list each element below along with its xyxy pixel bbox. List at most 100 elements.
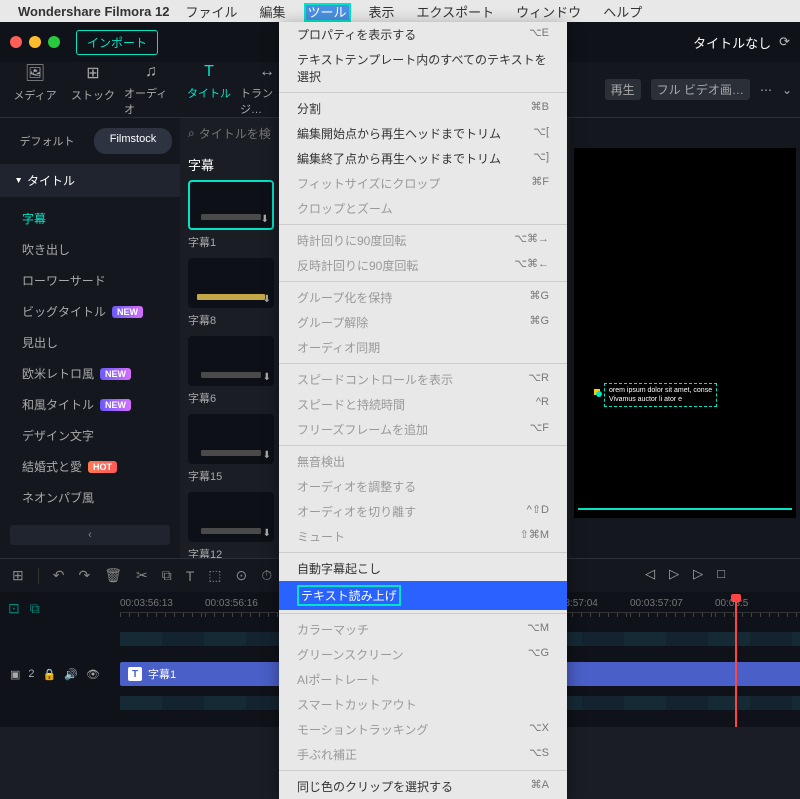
- menu-item[interactable]: プロパティを表示する⌥E: [279, 22, 567, 47]
- track-lock-icon[interactable]: 🔒: [43, 668, 57, 681]
- sidebar-item-7[interactable]: デザイン文字: [0, 420, 180, 451]
- shortcut: ⌥[: [533, 125, 549, 142]
- transport-controls: ◁ ▷ ▷ □: [570, 566, 800, 582]
- app-name[interactable]: Wondershare Filmora 12: [18, 4, 169, 19]
- menu-item[interactable]: 自動字幕起こし: [279, 556, 567, 581]
- shortcut: ^⇧D: [527, 503, 549, 520]
- menu-item: 手ぶれ補正⌥S: [279, 742, 567, 767]
- sidebar-item-9[interactable]: ネオンパブ風: [0, 482, 180, 513]
- menu-item[interactable]: 同じ色のクリップを選択する⌘A: [279, 774, 567, 799]
- import-button[interactable]: インポート: [76, 30, 158, 55]
- menu-item[interactable]: 編集開始点から再生ヘッドまでトリム⌥[: [279, 121, 567, 146]
- maximize-window[interactable]: [48, 36, 60, 48]
- thumbnail[interactable]: ⬇: [188, 336, 274, 386]
- thumbnail[interactable]: ⬇: [188, 258, 274, 308]
- menu-item: フリーズフレームを追加⌥F: [279, 417, 567, 442]
- tab-2[interactable]: ♫オーディオ: [124, 63, 178, 117]
- download-icon[interactable]: ⬇: [263, 294, 271, 305]
- playhead[interactable]: [735, 596, 737, 727]
- preview-view-mode[interactable]: フル ビデオ画…: [651, 79, 750, 100]
- speed-icon[interactable]: ⏱: [261, 567, 272, 584]
- sidebar-item-1[interactable]: 吹き出し: [0, 234, 180, 265]
- download-icon[interactable]: ⬇: [263, 372, 271, 383]
- sidebar-item-6[interactable]: 和風タイトルNEW: [0, 389, 180, 420]
- play-icon[interactable]: ▷: [669, 566, 679, 582]
- menubar-item-0[interactable]: ファイル: [181, 3, 241, 22]
- mac-menubar: Wondershare Filmora 12 ファイル編集ツール表示エクスポート…: [0, 0, 800, 22]
- shortcut: ⌥F: [530, 421, 549, 438]
- thumb-name: 字幕15: [188, 464, 274, 484]
- preview-menu-icon[interactable]: ⋯: [760, 83, 772, 97]
- menu-item[interactable]: 編集終了点から再生ヘッドまでトリム⌥]: [279, 146, 567, 171]
- download-icon[interactable]: ⬇: [263, 450, 271, 461]
- text-tool-icon[interactable]: T: [186, 568, 195, 584]
- tab-icon: ↔: [259, 63, 275, 81]
- thumbnail[interactable]: ⬇: [188, 414, 274, 464]
- menu-item[interactable]: 分割⌘B: [279, 96, 567, 121]
- stop-icon[interactable]: □: [717, 566, 725, 582]
- menu-item: オーディオを切り離す^⇧D: [279, 499, 567, 524]
- copy-icon[interactable]: ⧉: [162, 567, 172, 584]
- sidebar-expand[interactable]: ‹: [10, 525, 170, 545]
- redo-icon[interactable]: ↷: [78, 567, 90, 584]
- menu-item: AIポートレート: [279, 667, 567, 692]
- next-frame-icon[interactable]: ▷: [693, 566, 703, 582]
- sidebar-item-8[interactable]: 結婚式と愛HOT: [0, 451, 180, 482]
- text-overlay[interactable]: orem ipsum dolor sit amet, conse Vivamus…: [604, 383, 796, 407]
- sidebar-item-3[interactable]: ビッグタイトルNEW: [0, 296, 180, 327]
- sidetab-filmstock[interactable]: Filmstock: [94, 128, 172, 154]
- badge: HOT: [88, 461, 117, 473]
- undo-icon[interactable]: ↶: [53, 567, 65, 584]
- menu-item: ミュート⇧⌘M: [279, 524, 567, 549]
- track-header[interactable]: ▣ 2 🔒 🔊 👁: [0, 668, 120, 681]
- tool-select-icon[interactable]: ⊞: [12, 567, 24, 584]
- minimize-window[interactable]: [29, 36, 41, 48]
- timeline-lock-icon[interactable]: ⊡: [8, 600, 20, 617]
- menubar-item-6[interactable]: ヘルプ: [599, 3, 646, 22]
- shortcut: ⌘B: [531, 100, 549, 117]
- thumbnail[interactable]: ⬇: [188, 492, 274, 542]
- tab-0[interactable]: 🖼メディア: [8, 63, 62, 117]
- menubar-item-3[interactable]: 表示: [365, 3, 399, 22]
- tab-1[interactable]: ⊞ストック: [66, 63, 120, 117]
- delete-icon[interactable]: 🗑: [104, 567, 122, 584]
- track-number: 2: [28, 668, 34, 680]
- menu-item: カラーマッチ⌥M: [279, 617, 567, 642]
- timeline-link-icon[interactable]: ⧉: [30, 600, 40, 617]
- menu-item: グループ化を保持⌘G: [279, 285, 567, 310]
- prev-frame-icon[interactable]: ◁: [645, 566, 655, 582]
- thumbnail[interactable]: ⬇: [188, 180, 274, 230]
- tab-3[interactable]: Tタイトル: [182, 63, 236, 117]
- tab-icon: T: [204, 63, 214, 81]
- track-visibility-icon[interactable]: ▣: [10, 668, 20, 681]
- track-eye-icon[interactable]: 👁: [86, 668, 100, 681]
- thumb-name: 字幕12: [188, 542, 274, 558]
- sidetab-default[interactable]: デフォルト: [8, 128, 86, 154]
- close-window[interactable]: [10, 36, 22, 48]
- side-group-title[interactable]: タイトル: [0, 164, 180, 197]
- shortcut: ⌥S: [529, 746, 549, 763]
- menubar-item-2[interactable]: ツール: [304, 3, 351, 22]
- sidebar-item-4[interactable]: 見出し: [0, 327, 180, 358]
- menu-item[interactable]: テキスト読み上げ: [279, 581, 567, 610]
- menubar-item-4[interactable]: エクスポート: [413, 3, 499, 22]
- sidebar-item-5[interactable]: 欧米レトロ風NEW: [0, 358, 180, 389]
- thumb-name: 字幕8: [188, 308, 274, 328]
- traffic-lights: [10, 36, 60, 48]
- menu-item[interactable]: テキストテンプレート内のすべてのテキストを選択: [279, 47, 567, 89]
- crop-icon[interactable]: ⬚: [208, 567, 221, 584]
- download-icon[interactable]: ⬇: [263, 528, 271, 539]
- sidebar-item-2[interactable]: ローワーサード: [0, 265, 180, 296]
- playback-mode[interactable]: 再生: [605, 79, 641, 100]
- preview-expand-icon[interactable]: ⌄: [782, 83, 792, 97]
- preview-canvas[interactable]: orem ipsum dolor sit amet, conse Vivamus…: [574, 148, 796, 518]
- sidebar-item-0[interactable]: 字幕: [0, 203, 180, 234]
- download-icon[interactable]: ⬇: [261, 214, 269, 225]
- cut-icon[interactable]: ✂: [136, 567, 148, 584]
- menubar-item-1[interactable]: 編集: [256, 3, 290, 22]
- refresh-icon[interactable]: ⟳: [779, 34, 790, 50]
- menubar-item-5[interactable]: ウィンドウ: [512, 3, 585, 22]
- zoom-icon[interactable]: ⊙: [236, 567, 248, 584]
- track-mute-icon[interactable]: 🔊: [64, 668, 78, 681]
- menu-item: 反時計回りに90度回転⌥⌘←: [279, 253, 567, 278]
